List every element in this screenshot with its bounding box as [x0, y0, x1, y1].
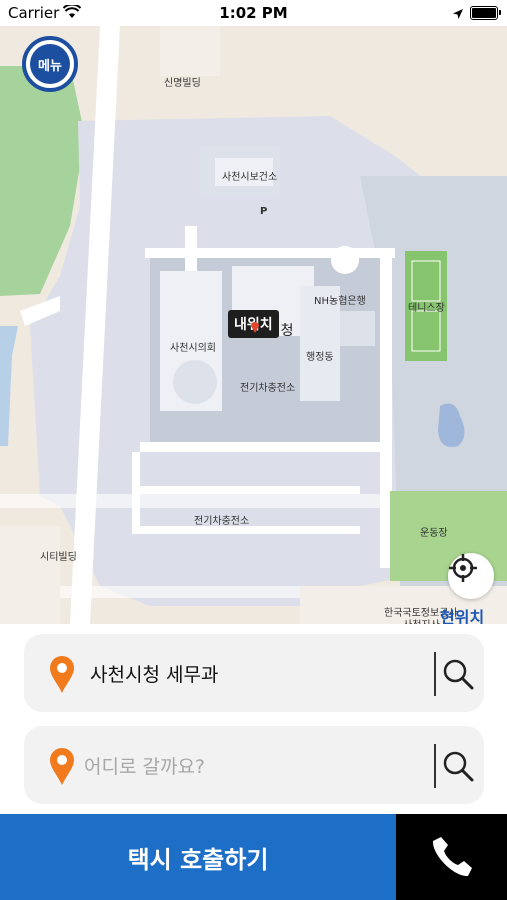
divider [434, 744, 436, 788]
search-icon[interactable] [442, 658, 474, 694]
map-label-shinmyung: 신명빌딩 [164, 78, 201, 89]
status-bar: Carrier 1:02 PM [0, 0, 507, 26]
origin-field[interactable]: 사천시청 세무과 [24, 634, 484, 712]
map-label-city-bldg: 시티빌딩 [40, 552, 77, 563]
search-icon[interactable] [442, 750, 474, 786]
call-taxi-button[interactable]: 택시 호출하기 [0, 814, 396, 900]
battery-icon [470, 6, 501, 20]
map-label-tennis: 테니스장 [408, 303, 445, 314]
map-label-field: 운동장 [420, 528, 448, 539]
map-label-ev-station: 전기차충전소 [194, 516, 250, 527]
map-label-kr-info-sub: 사천지사 [403, 616, 440, 624]
map-label-admin-bldg: 행정동 [306, 352, 334, 363]
divider [434, 652, 436, 696]
phone-call-button[interactable] [396, 814, 507, 900]
map-label-parking: P [260, 206, 268, 217]
clock: 1:02 PM [219, 4, 288, 22]
map-label-ev-station: 전기차충전소 [240, 383, 296, 394]
map-label-health-center: 사천시보건소 [222, 172, 278, 183]
locate-me-button[interactable] [448, 553, 494, 599]
menu-label: 메뉴 [30, 44, 70, 84]
destination-input[interactable]: 어디로 갈까요? [84, 752, 205, 779]
menu-button[interactable]: 메뉴 [22, 36, 78, 92]
map-view[interactable]: 신명빌딩 사천시보건소 P NH농협은행 테니스장 사천시청 사천시의회 행정동… [0, 26, 507, 624]
map-label-nh-bank: NH농협은행 [314, 296, 366, 307]
location-arrow-icon [452, 6, 464, 24]
map-label-council: 사천시의회 [170, 343, 216, 354]
current-location-label[interactable]: 현위치 [440, 604, 484, 624]
map-pin-icon [48, 654, 76, 698]
origin-value[interactable]: 사천시청 세무과 [90, 660, 218, 687]
phone-icon [432, 837, 472, 877]
map-pin-icon [48, 746, 76, 790]
destination-field[interactable]: 어디로 갈까요? [24, 726, 484, 804]
crosshair-icon [449, 554, 477, 582]
